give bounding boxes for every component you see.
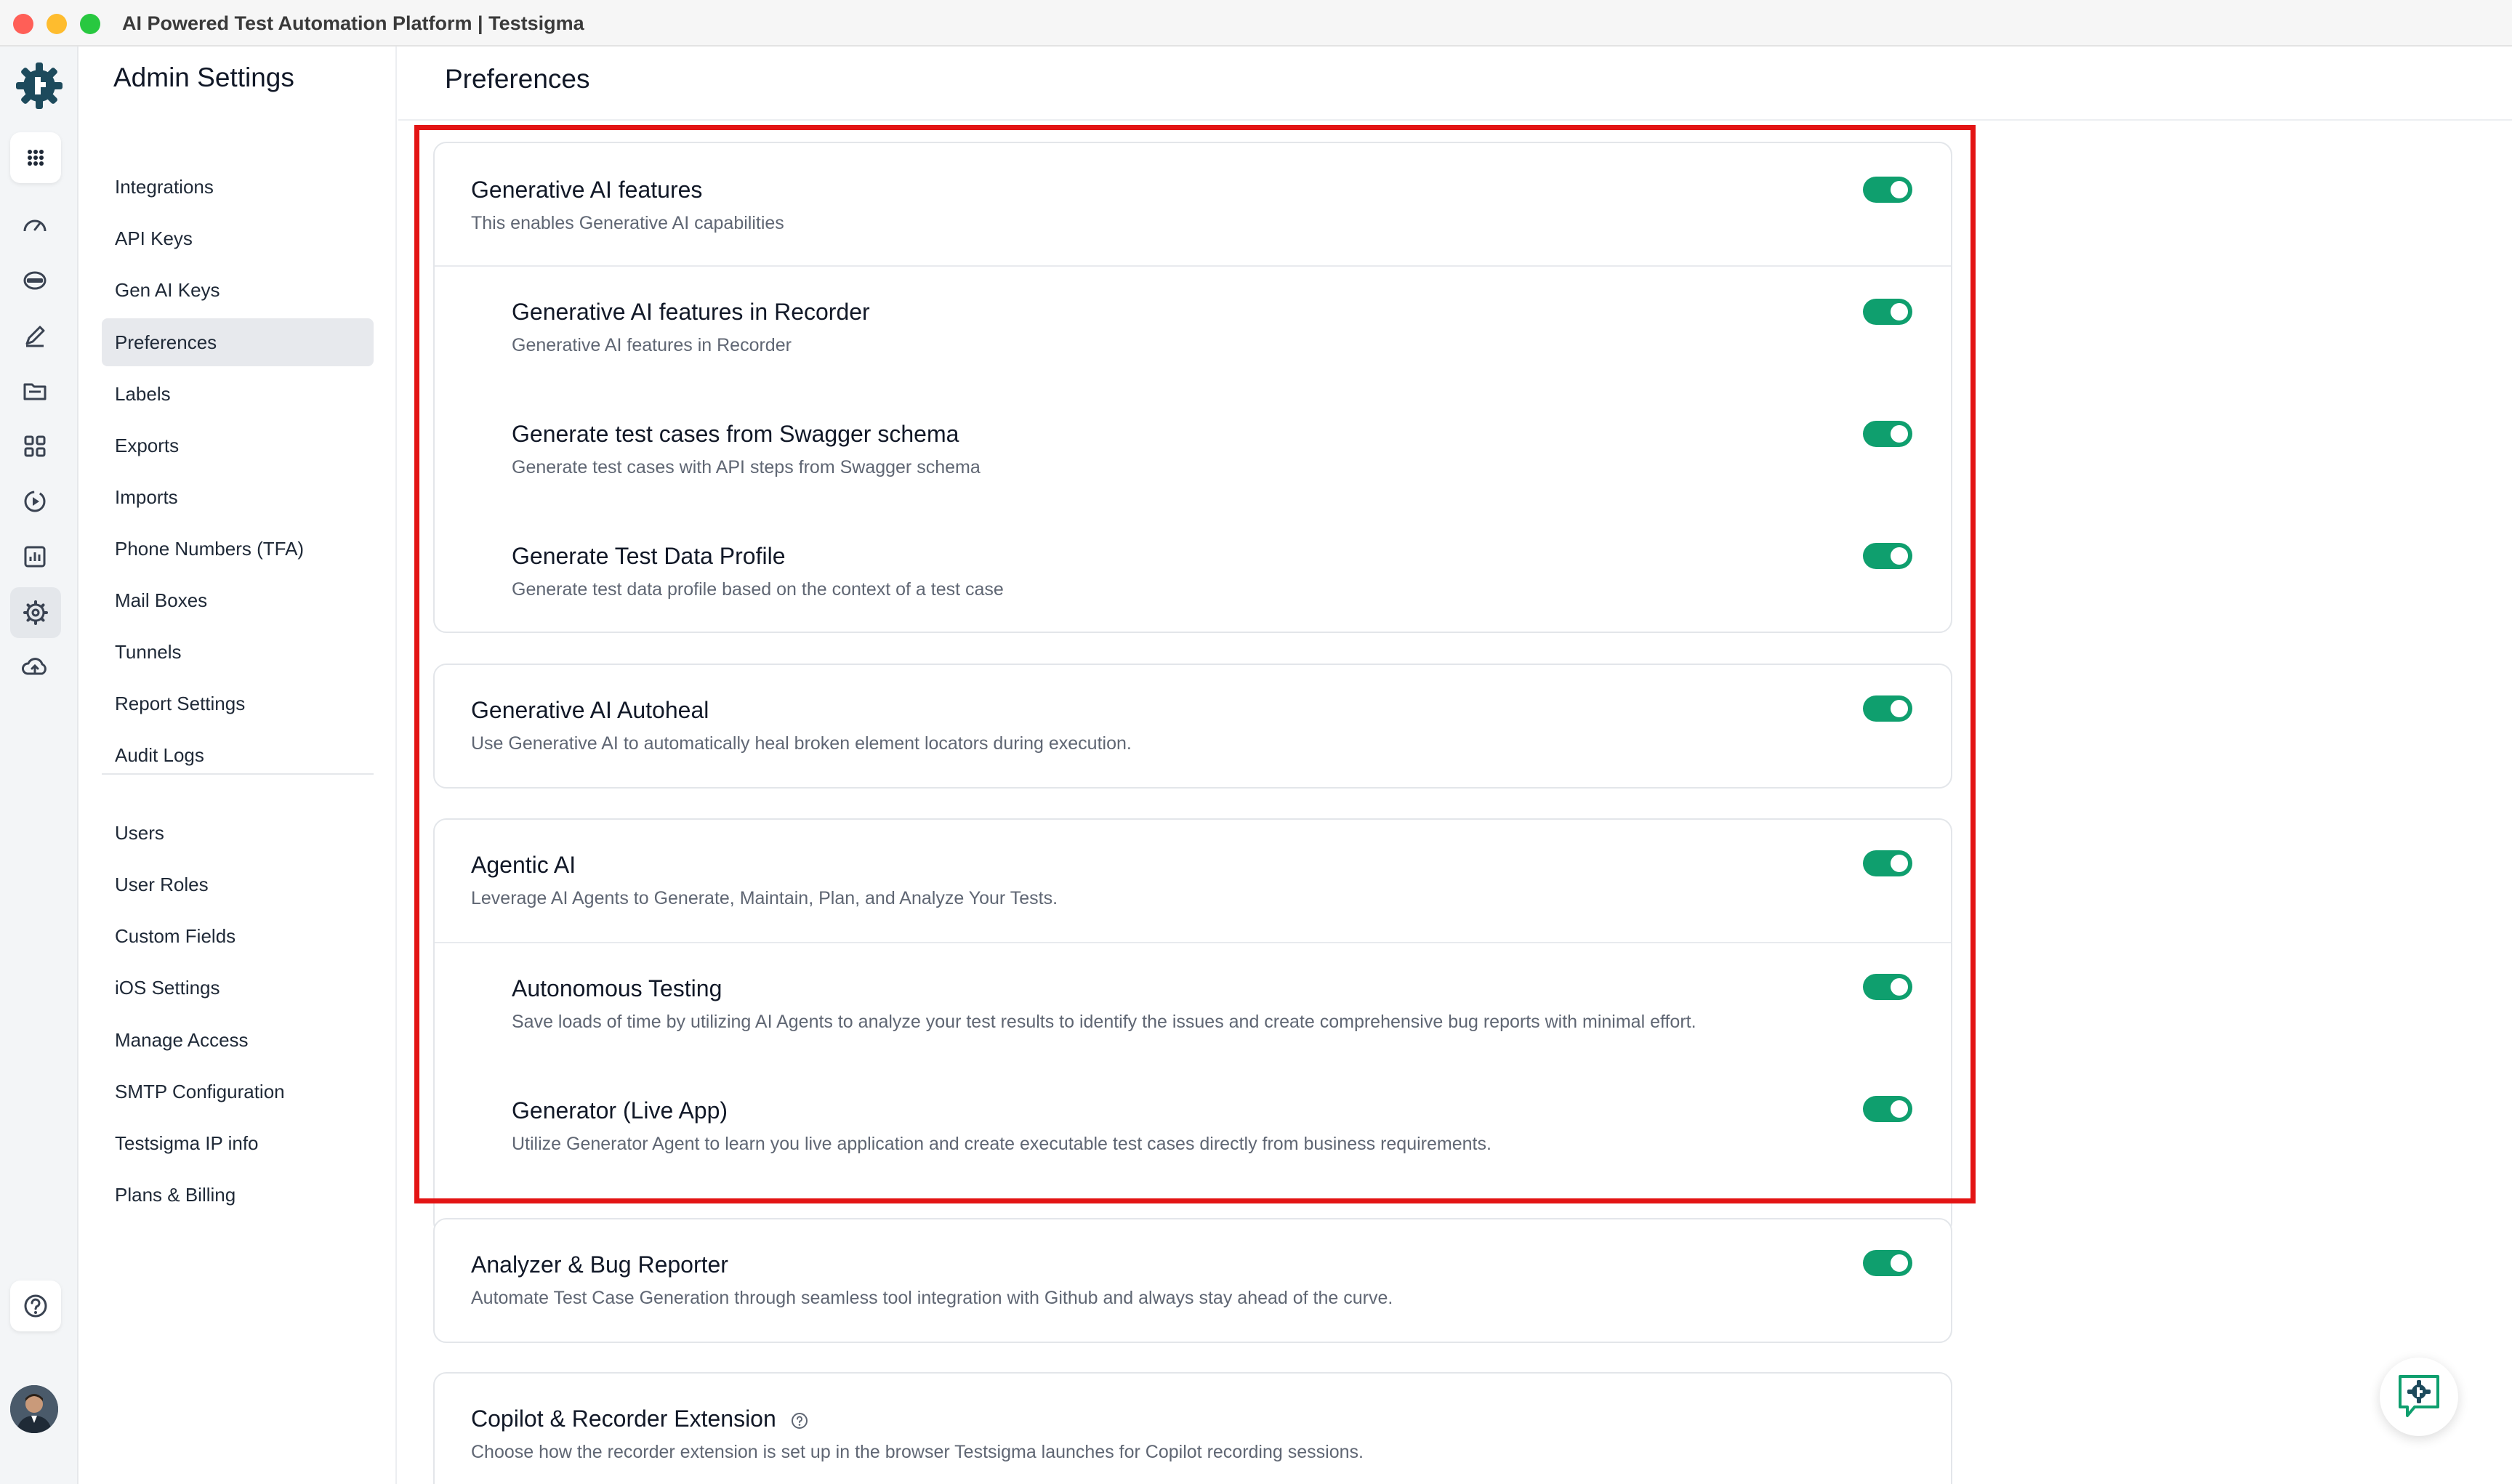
sidebar-item-smtp-configuration[interactable]: SMTP Configuration	[102, 1068, 374, 1116]
close-window-button[interactable]	[13, 14, 33, 34]
sidebar-item-labels[interactable]: Labels	[102, 370, 374, 418]
chat-assistant-icon	[2399, 1375, 2439, 1417]
sidebar-item-custom-fields[interactable]: Custom Fields	[102, 912, 374, 960]
user-avatar-icon	[10, 1385, 58, 1433]
highlight-box	[414, 125, 1976, 1203]
minimize-window-button[interactable]	[47, 14, 67, 34]
apps-grid-icon	[28, 150, 44, 166]
setting-description: Automate Test Case Generation through se…	[471, 1288, 1393, 1308]
window-title: AI Powered Test Automation Platform | Te…	[122, 12, 584, 34]
icon-rail	[0, 47, 78, 1484]
sidebar-item-user-roles[interactable]: User Roles	[102, 860, 374, 908]
help-button[interactable]	[10, 1281, 61, 1331]
assistant-fab-button[interactable]	[2380, 1358, 2458, 1436]
window-titlebar: AI Powered Test Automation Platform | Te…	[0, 0, 2512, 47]
dashboard-icon[interactable]	[17, 208, 52, 243]
sidebar-item-tunnels[interactable]: Tunnels	[102, 628, 374, 676]
sidebar-item-ios-settings[interactable]: iOS Settings	[102, 964, 374, 1012]
sidebar-item-phone-numbers[interactable]: Phone Numbers (TFA)	[102, 525, 374, 573]
folder-icon[interactable]	[17, 374, 52, 408]
header-divider	[398, 119, 2512, 121]
reports-icon[interactable]	[17, 539, 52, 574]
settings-icon	[23, 600, 48, 625]
analyzer-card: Analyzer & Bug Reporter Automate Test Ca…	[433, 1218, 1952, 1343]
help-icon	[24, 1294, 47, 1318]
maximize-window-button[interactable]	[80, 14, 100, 34]
sidebar-item-manage-access[interactable]: Manage Access	[102, 1016, 374, 1064]
setting-title: Copilot & Recorder Extension	[471, 1406, 809, 1432]
sidebar-item-users[interactable]: Users	[102, 809, 374, 857]
sidebar-item-integrations[interactable]: Integrations	[102, 163, 374, 211]
page-title: Preferences	[445, 64, 590, 94]
cloud-upload-icon[interactable]	[17, 650, 52, 685]
sidebar-item-testsigma-ip-info[interactable]: Testsigma IP info	[102, 1119, 374, 1167]
run-icon[interactable]	[17, 484, 52, 519]
sidebar-title: Admin Settings	[113, 62, 294, 92]
testsigma-logo-icon[interactable]	[12, 58, 67, 113]
sidebar-item-imports[interactable]: Imports	[102, 473, 374, 521]
sidebar-item-report-settings[interactable]: Report Settings	[102, 680, 374, 727]
sidebar-item-audit-logs[interactable]: Audit Logs	[102, 731, 374, 779]
sidebar-item-exports[interactable]: Exports	[102, 422, 374, 469]
setting-title-text: Copilot & Recorder Extension	[471, 1406, 776, 1432]
sidebar-item-api-keys[interactable]: API Keys	[102, 214, 374, 262]
avatar[interactable]	[10, 1385, 58, 1433]
edit-icon[interactable]	[17, 318, 52, 353]
admin-settings-sidebar: Admin Settings Integrations API Keys Gen…	[80, 47, 397, 1484]
test-cases-icon[interactable]	[17, 263, 52, 298]
apps-grid-button[interactable]	[10, 132, 61, 183]
sidebar-divider	[102, 773, 374, 775]
setting-title: Analyzer & Bug Reporter	[471, 1251, 728, 1278]
modules-icon[interactable]	[17, 429, 52, 464]
copilot-card: Copilot & Recorder Extension Choose how …	[433, 1372, 1952, 1484]
sidebar-item-preferences[interactable]: Preferences	[102, 318, 374, 366]
sidebar-item-gen-ai-keys[interactable]: Gen AI Keys	[102, 266, 374, 314]
sidebar-item-plans-billing[interactable]: Plans & Billing	[102, 1171, 374, 1219]
analyzer-bug-reporter-toggle[interactable]	[1863, 1250, 1912, 1276]
setting-description: Choose how the recorder extension is set…	[471, 1442, 1364, 1462]
sidebar-item-mail-boxes[interactable]: Mail Boxes	[102, 576, 374, 624]
settings-button[interactable]	[10, 587, 61, 638]
info-help-icon[interactable]	[790, 1411, 809, 1430]
